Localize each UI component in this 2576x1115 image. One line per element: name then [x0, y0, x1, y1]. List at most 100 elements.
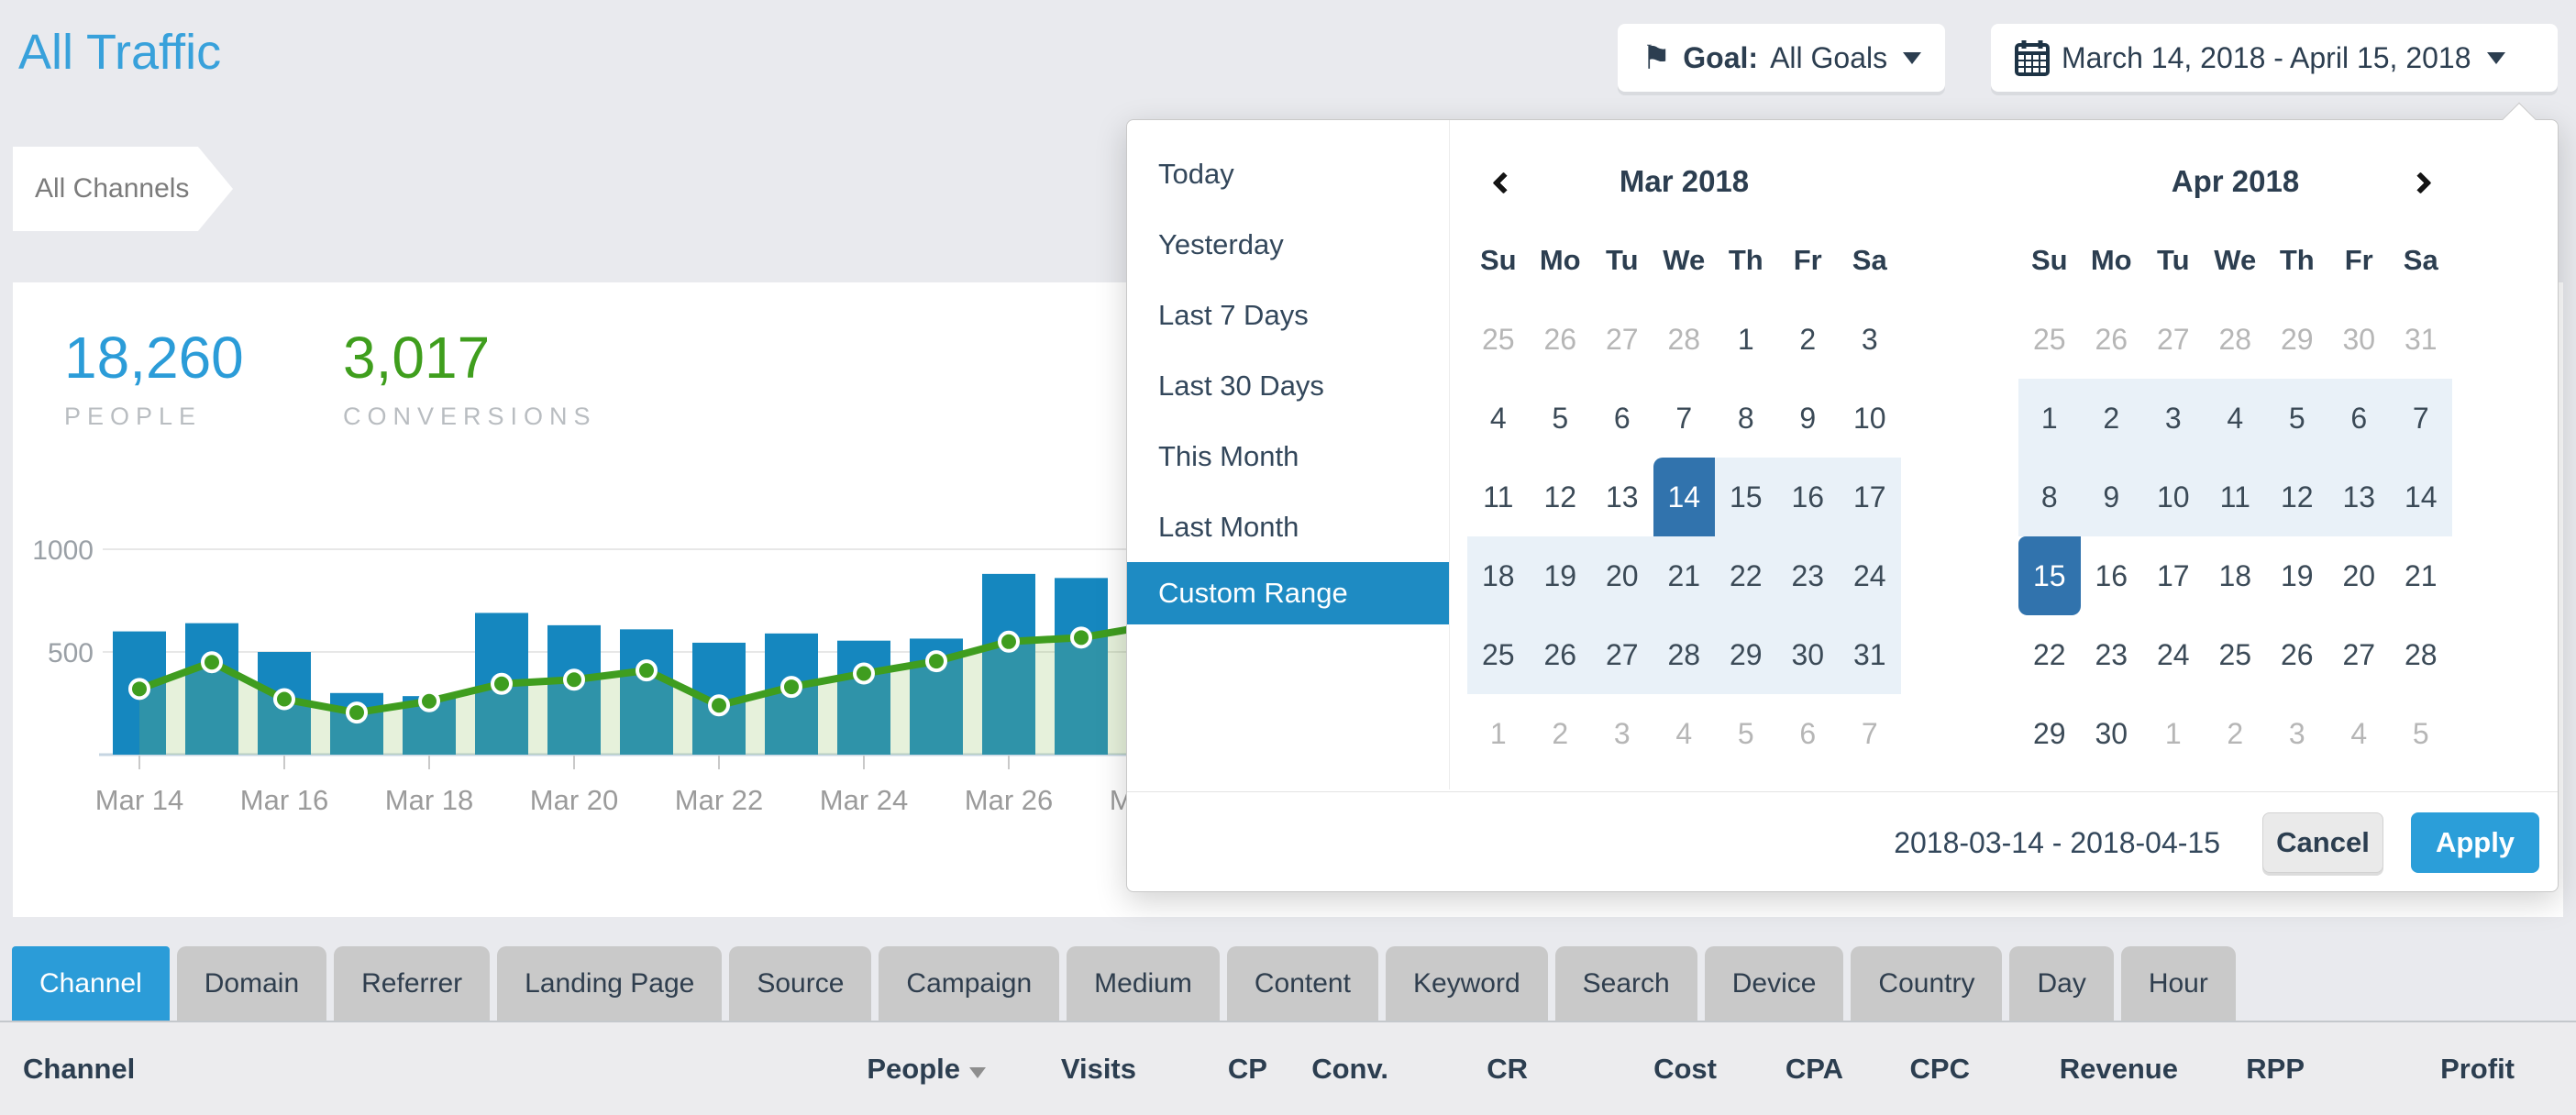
day-cell[interactable]: 19	[2266, 536, 2328, 615]
day-cell[interactable]: 23	[2081, 615, 2143, 694]
tab-source[interactable]: Source	[729, 946, 871, 1021]
day-cell[interactable]: 4	[2205, 379, 2267, 458]
chart-point[interactable]	[492, 675, 511, 693]
day-cell[interactable]: 20	[1591, 536, 1653, 615]
day-cell[interactable]: 30	[2081, 694, 2143, 773]
day-cell[interactable]: 8	[2018, 458, 2081, 536]
preset-last-month[interactable]: Last Month	[1127, 491, 1449, 562]
day-cell[interactable]: 29	[2266, 300, 2328, 379]
day-cell[interactable]: 9	[1777, 379, 1840, 458]
day-cell[interactable]: 5	[1530, 379, 1592, 458]
day-cell[interactable]: 25	[2205, 615, 2267, 694]
column-header-cp[interactable]: CP	[1136, 1053, 1267, 1086]
tab-referrer[interactable]: Referrer	[334, 946, 490, 1021]
day-cell[interactable]: 21	[2390, 536, 2452, 615]
day-cell[interactable]: 6	[2328, 379, 2391, 458]
day-cell[interactable]: 6	[1591, 379, 1653, 458]
day-cell[interactable]: 28	[2205, 300, 2267, 379]
day-cell[interactable]: 20	[2328, 536, 2391, 615]
tab-country[interactable]: Country	[1851, 946, 2002, 1021]
day-cell[interactable]: 27	[2142, 300, 2205, 379]
column-header-profit[interactable]: Profit	[2305, 1053, 2515, 1086]
day-cell[interactable]: 2	[1530, 694, 1592, 773]
day-cell[interactable]: 4	[2328, 694, 2391, 773]
apply-button[interactable]: Apply	[2411, 812, 2539, 873]
day-cell[interactable]: 2	[2081, 379, 2143, 458]
day-cell[interactable]: 10	[1839, 379, 1901, 458]
day-cell[interactable]: 18	[1467, 536, 1530, 615]
day-cell[interactable]: 18	[2205, 536, 2267, 615]
day-cell[interactable]: 13	[2328, 458, 2391, 536]
cancel-button[interactable]: Cancel	[2262, 812, 2383, 873]
tab-medium[interactable]: Medium	[1067, 946, 1220, 1021]
day-cell[interactable]: 26	[1530, 300, 1592, 379]
goal-filter-button[interactable]: ⚑ Goal: All Goals	[1618, 24, 1945, 92]
day-cell[interactable]: 1	[2142, 694, 2205, 773]
day-cell[interactable]: 3	[1591, 694, 1653, 773]
day-cell[interactable]: 2	[2205, 694, 2267, 773]
day-cell[interactable]: 4	[1653, 694, 1716, 773]
column-header-cost[interactable]: Cost	[1528, 1053, 1717, 1086]
column-header-cr[interactable]: CR	[1388, 1053, 1528, 1086]
day-cell[interactable]: 1	[1467, 694, 1530, 773]
tab-domain[interactable]: Domain	[177, 946, 326, 1021]
date-range-button[interactable]: March 14, 2018 - April 15, 2018	[1991, 24, 2558, 92]
chart-point[interactable]	[855, 665, 873, 683]
day-cell[interactable]: 21	[1653, 536, 1716, 615]
tab-device[interactable]: Device	[1705, 946, 1844, 1021]
day-cell[interactable]: 9	[2081, 458, 2143, 536]
chart-point[interactable]	[348, 703, 366, 722]
column-header-cpc[interactable]: CPC	[1843, 1053, 1970, 1086]
chart-point[interactable]	[782, 678, 801, 696]
day-cell[interactable]: 5	[2266, 379, 2328, 458]
day-cell[interactable]: 7	[1839, 694, 1901, 773]
day-cell[interactable]: 28	[1653, 300, 1716, 379]
day-cell[interactable]: 24	[1839, 536, 1901, 615]
day-cell[interactable]: 4	[1467, 379, 1530, 458]
day-cell[interactable]: 3	[2142, 379, 2205, 458]
chart-point[interactable]	[565, 670, 583, 689]
column-header-people[interactable]: People	[812, 1053, 986, 1086]
chart-point[interactable]	[637, 661, 656, 679]
day-cell[interactable]: 13	[1591, 458, 1653, 536]
day-cell[interactable]: 25	[1467, 300, 1530, 379]
day-cell[interactable]: 11	[2205, 458, 2267, 536]
day-cell[interactable]: 10	[2142, 458, 2205, 536]
day-cell[interactable]: 5	[2390, 694, 2452, 773]
day-cell[interactable]: 24	[2142, 615, 2205, 694]
day-cell[interactable]: 3	[1839, 300, 1901, 379]
day-cell[interactable]: 14	[2390, 458, 2452, 536]
preset-today[interactable]: Today	[1127, 138, 1449, 209]
column-header-revenue[interactable]: Revenue	[1970, 1053, 2178, 1086]
tab-hour[interactable]: Hour	[2121, 946, 2236, 1021]
chart-point[interactable]	[1072, 628, 1090, 646]
day-cell[interactable]: 30	[1777, 615, 1840, 694]
chart-point[interactable]	[1000, 633, 1018, 651]
day-cell[interactable]: 1	[1715, 300, 1777, 379]
chart-point[interactable]	[420, 692, 438, 711]
day-cell[interactable]: 26	[2081, 300, 2143, 379]
preset-last-7-days[interactable]: Last 7 Days	[1127, 280, 1449, 350]
day-cell[interactable]: 16	[2081, 536, 2143, 615]
tab-campaign[interactable]: Campaign	[879, 946, 1059, 1021]
chart-point[interactable]	[927, 652, 945, 670]
breadcrumb[interactable]: All Channels	[13, 147, 198, 231]
day-cell[interactable]: 26	[1530, 615, 1592, 694]
day-cell[interactable]: 1	[2018, 379, 2081, 458]
tab-content[interactable]: Content	[1227, 946, 1378, 1021]
day-cell[interactable]: 25	[2018, 300, 2081, 379]
day-cell[interactable]: 27	[1591, 300, 1653, 379]
tab-keyword[interactable]: Keyword	[1386, 946, 1548, 1021]
day-cell[interactable]: 25	[1467, 615, 1530, 694]
tab-channel[interactable]: Channel	[12, 946, 170, 1021]
day-cell[interactable]: 31	[2390, 300, 2452, 379]
chart-point[interactable]	[203, 653, 221, 671]
day-cell[interactable]: 6	[1777, 694, 1840, 773]
day-cell[interactable]: 26	[2266, 615, 2328, 694]
day-cell[interactable]: 2	[1777, 300, 1840, 379]
tab-search[interactable]: Search	[1555, 946, 1697, 1021]
column-header-conv[interactable]: Conv.	[1267, 1053, 1388, 1086]
day-cell[interactable]: 17	[2142, 536, 2205, 615]
chart-point[interactable]	[710, 696, 728, 714]
day-cell[interactable]: 29	[2018, 694, 2081, 773]
